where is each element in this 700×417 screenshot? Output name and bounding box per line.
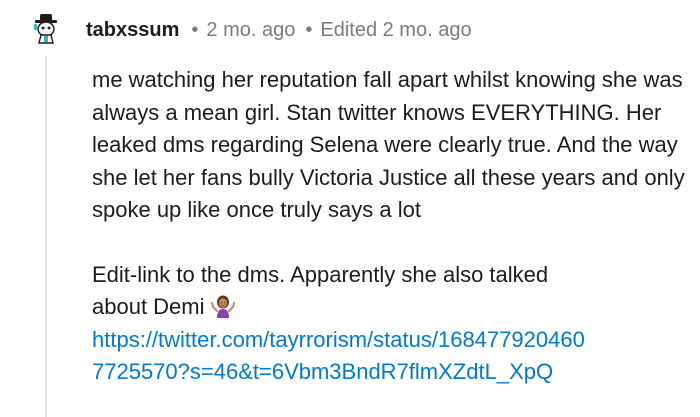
link-text: https://twitter.com/tayrrorism/status/16… xyxy=(92,326,585,352)
tweet-link[interactable]: https://twitter.com/tayrrorism/status/16… xyxy=(92,327,585,385)
comment-body: me watching her reputation fall apart wh… xyxy=(92,64,692,389)
separator-dot: • xyxy=(191,19,199,41)
comment-text: Edit-link to the dms. Apparently she als… xyxy=(92,261,549,287)
thread-line[interactable] xyxy=(45,56,47,417)
comment-paragraph-edit: Edit-link to the dms. Apparently she als… xyxy=(92,259,692,389)
link-text: 7725570?s=46&t=6Vbm3BndR7flmXZdtL_XpQ xyxy=(92,359,554,384)
person-shrugging-emoji-icon xyxy=(210,294,235,318)
user-avatar[interactable] xyxy=(30,12,62,44)
comment-timestamp[interactable]: 2 mo. ago xyxy=(206,16,295,44)
comment-paragraph: me watching her reputation fall apart wh… xyxy=(92,67,685,222)
comment-text: about Demi xyxy=(92,294,205,319)
avatar-icon xyxy=(34,14,57,44)
comment-header: tabxssum • 2 mo. ago • Edited 2 mo. ago xyxy=(86,16,472,44)
comment: tabxssum • 2 mo. ago • Edited 2 mo. ago … xyxy=(0,0,700,417)
separator-dot: • xyxy=(305,19,313,41)
edited-label: Edited 2 mo. ago xyxy=(320,19,472,41)
comment-author[interactable]: tabxssum xyxy=(86,16,179,44)
